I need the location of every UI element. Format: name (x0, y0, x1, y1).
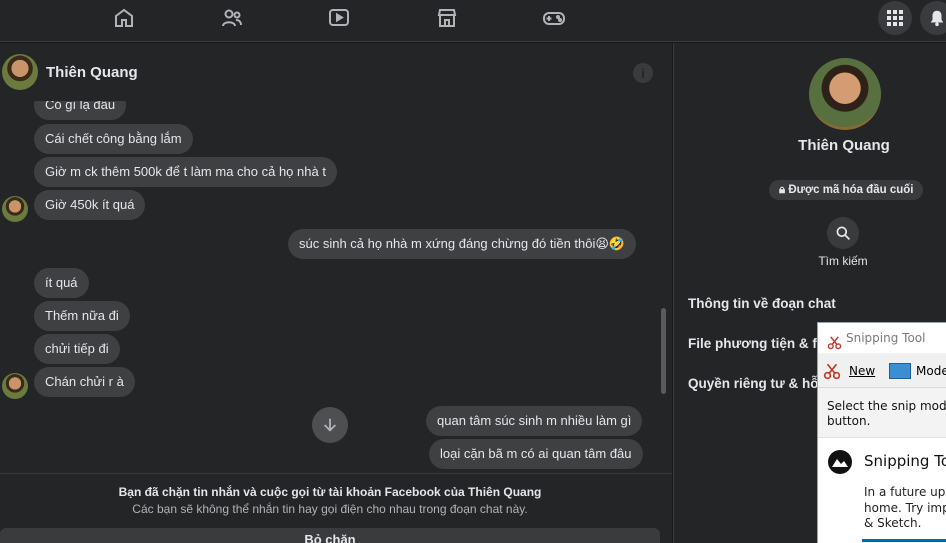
gaming-icon[interactable] (539, 6, 569, 30)
snip-sketch-icon (826, 448, 854, 480)
blocked-notice: Bạn đã chặn tin nhắn và cuộc gọi từ tài … (0, 473, 672, 543)
encryption-badge[interactable]: 🔒︎ Được mã hóa đầu cuối (769, 180, 924, 200)
snip-promo-accent (862, 539, 946, 542)
search-button[interactable] (827, 217, 859, 249)
unblock-button[interactable]: Bỏ chặn (0, 528, 660, 543)
message-bubble-outgoing[interactable]: loại cặn bã m có ai quan tâm đâu (429, 439, 643, 469)
snip-promo-body: In a future upda home. Try impro & Sketc… (864, 485, 946, 532)
message-bubble[interactable]: chửi tiếp đi (34, 334, 120, 364)
section-media-files[interactable]: File phương tiện & file (688, 336, 832, 351)
friends-icon[interactable] (217, 6, 247, 30)
snip-description-line: Select the snip mode u (827, 399, 946, 413)
section-chat-info[interactable]: Thông tin về đoạn chat (688, 296, 836, 311)
contact-avatar[interactable] (2, 54, 38, 90)
contact-avatar-small[interactable] (2, 196, 28, 222)
snip-promo-line: home. Try impro (864, 500, 946, 515)
snip-description-line: button. (827, 414, 871, 428)
snip-description: Select the snip mode u button. (827, 399, 946, 429)
new-snip-icon (823, 362, 841, 383)
snip-promo-line: In a future upda (864, 485, 946, 499)
profile-name[interactable]: Thiên Quang (674, 137, 946, 154)
scrollbar[interactable] (661, 308, 666, 394)
scroll-down-button[interactable] (312, 407, 348, 443)
marketplace-icon[interactable] (432, 6, 462, 30)
message-bubble-outgoing[interactable]: súc sinh cả họ nhà m xứng đáng chừng đó … (288, 229, 637, 259)
message-bubble[interactable]: Cái chết công bằng lắm (34, 124, 193, 154)
message-bubble[interactable]: Chán chửi r à (34, 367, 135, 397)
message-bubble-outgoing[interactable]: quan tâm súc sinh m nhiều làm gì (426, 406, 643, 436)
snipping-tool-title: Snipping Tool (846, 331, 926, 345)
blocked-subtitle: Các bạn sẽ không thể nhắn tin hay gọi đi… (132, 502, 528, 516)
snipping-toolbar: New Mode (818, 354, 946, 388)
snip-promo-line: & Sketch. (864, 516, 922, 530)
encryption-label: Được mã hóa đầu cuối (788, 184, 914, 196)
arrow-down-icon (323, 418, 337, 432)
message-bubble[interactable]: Giờ m ck thêm 500k để t làm ma cho cả họ… (34, 157, 337, 187)
mode-icon (889, 363, 911, 379)
message-list[interactable]: Có gì lạ đâu Cái chết công bằng lắm Giờ … (0, 101, 672, 473)
watch-icon[interactable] (324, 6, 354, 30)
chat-header: Thiên Quang i (0, 43, 672, 101)
lock-icon: 🔒︎ (779, 184, 786, 196)
menu-grid-icon[interactable] (878, 1, 912, 35)
search-icon (836, 226, 851, 241)
message-bubble[interactable]: Giờ 450k ít quá (34, 190, 146, 220)
message-bubble[interactable]: ít quá (34, 268, 89, 298)
mode-button[interactable]: Mode (916, 364, 946, 378)
info-icon[interactable]: i (633, 63, 653, 83)
contact-name[interactable]: Thiên Quang (46, 64, 138, 81)
snip-promo-panel: Snipping To In a future upda home. Try i… (818, 437, 946, 543)
search-label[interactable]: Tìm kiếm (794, 254, 892, 268)
top-navigation (0, 0, 946, 42)
message-bubble[interactable]: Thếm nữa đi (34, 301, 130, 331)
blocked-title: Bạn đã chặn tin nhắn và cuộc gọi từ tài … (118, 485, 542, 499)
message-bubble[interactable]: Có gì lạ đâu (34, 101, 127, 120)
snipping-tool-window[interactable]: Snipping Tool New Mode Select the snip m… (817, 322, 946, 543)
home-icon[interactable] (109, 6, 139, 30)
notifications-icon[interactable] (920, 1, 946, 35)
contact-avatar-small[interactable] (2, 373, 28, 399)
snipping-tool-titlebar[interactable]: Snipping Tool (818, 323, 946, 353)
snip-promo-title: Snipping To (864, 452, 946, 470)
new-snip-button[interactable]: New (849, 364, 875, 378)
profile-avatar[interactable] (809, 58, 881, 130)
